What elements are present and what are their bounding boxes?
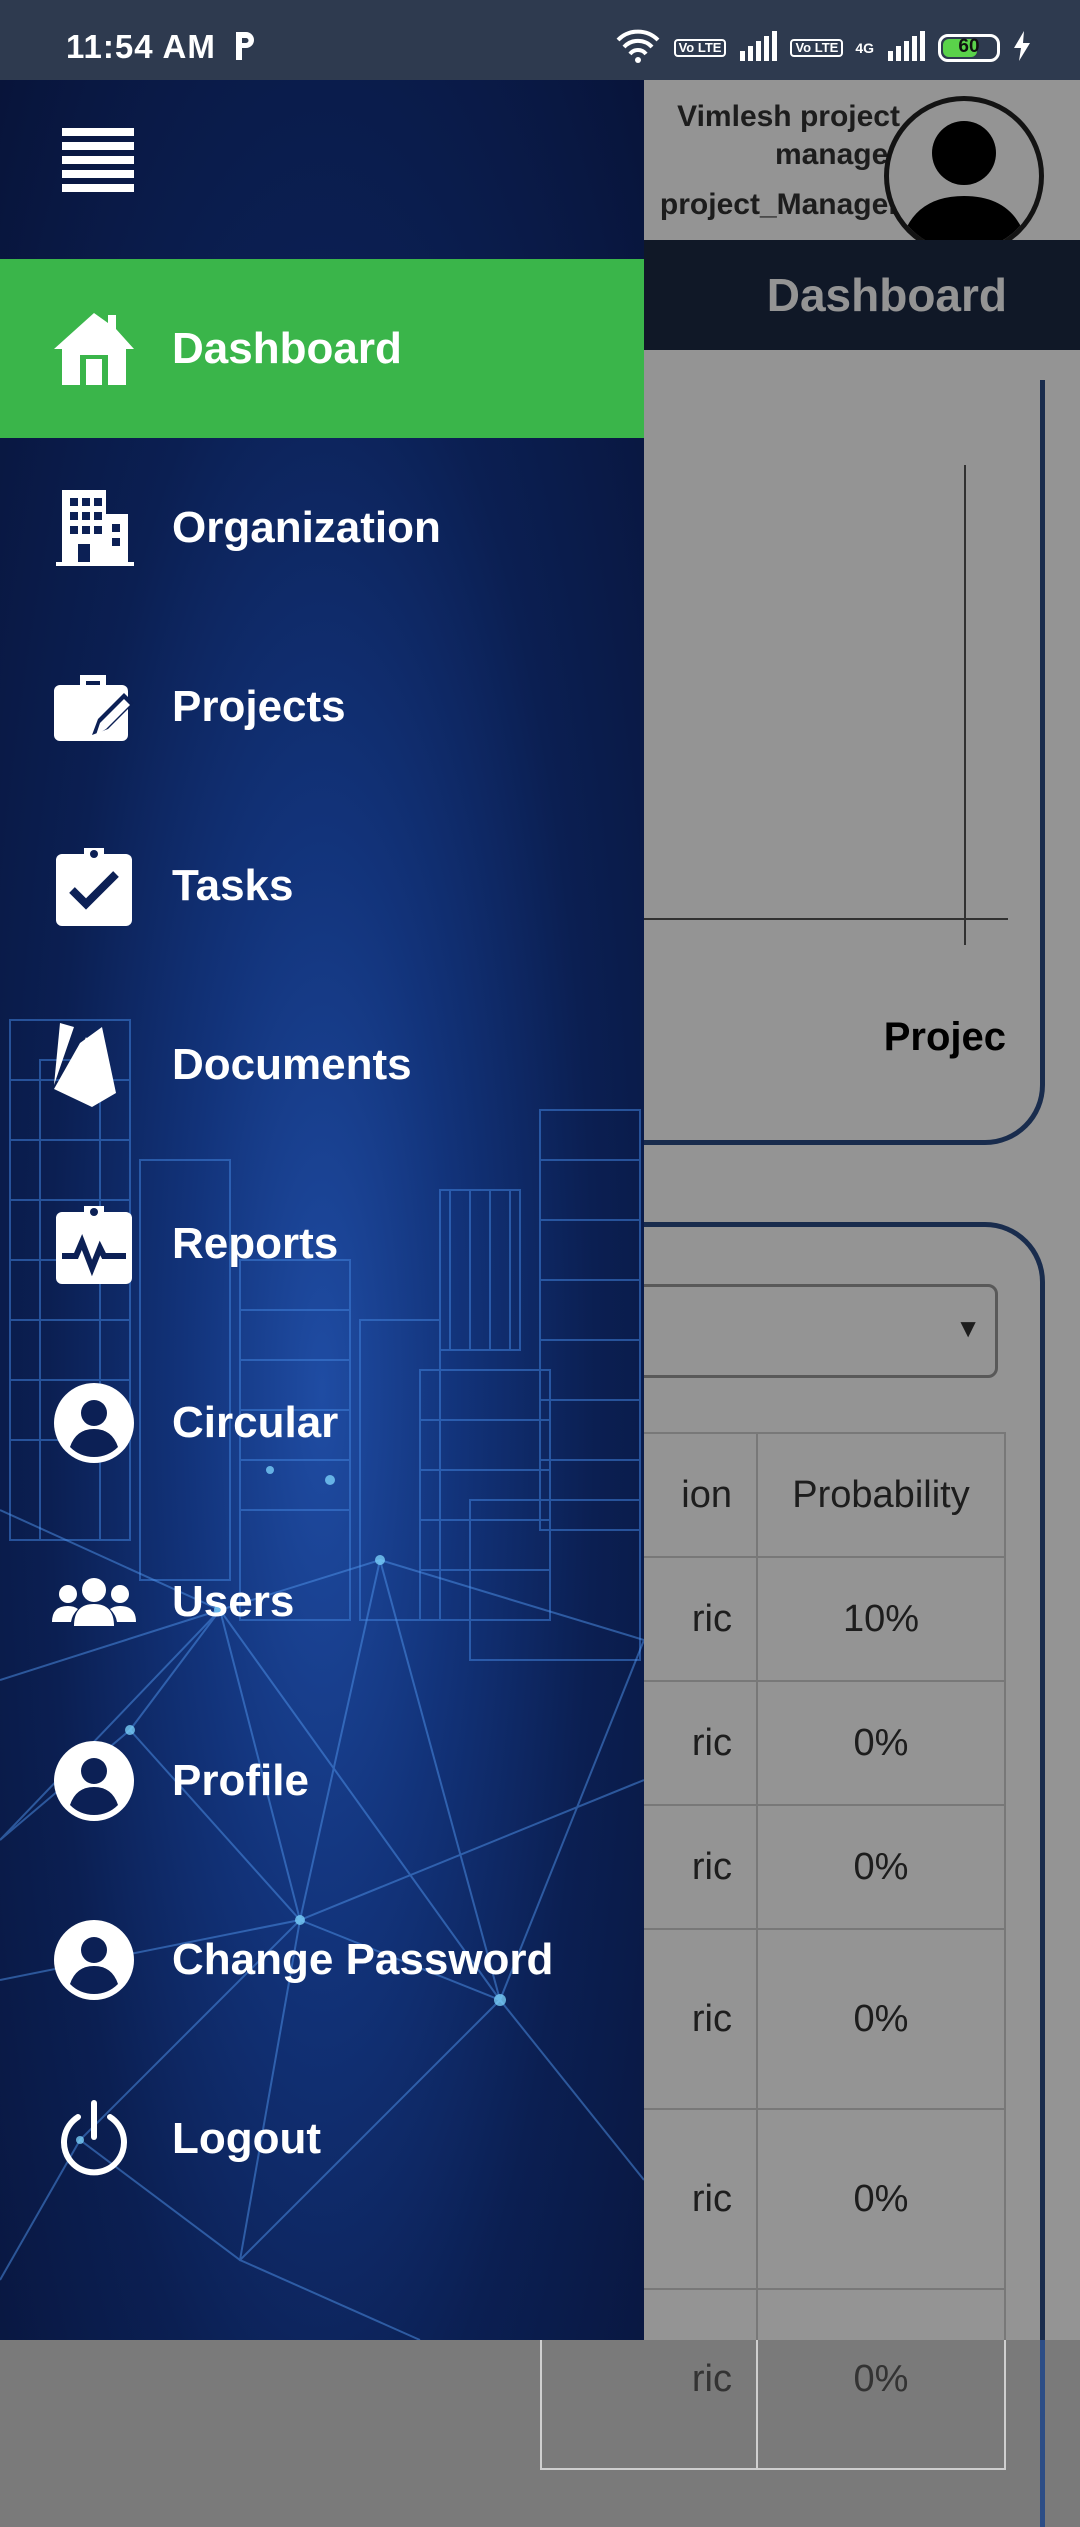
- battery-level: 60: [958, 36, 980, 57]
- nav-item-label: Tasks: [172, 860, 294, 910]
- nav-item-dashboard[interactable]: Dashboard: [0, 259, 644, 438]
- nav-item-change-password[interactable]: Change Password: [0, 1870, 644, 2049]
- user-circle-icon: [52, 1739, 136, 1823]
- user-circle-icon: [52, 1381, 136, 1465]
- nav-item-projects[interactable]: Projects: [0, 617, 644, 796]
- nav-item-label: Logout: [172, 2113, 322, 2163]
- nav-item-label: Projects: [172, 681, 346, 731]
- nav-item-label: Documents: [172, 1039, 412, 1089]
- parking-app-icon: [232, 30, 258, 67]
- user-circle-icon: [52, 1918, 136, 2002]
- signal-icon-2: [886, 30, 926, 66]
- volte-badge-2: Vo LTE: [790, 39, 844, 57]
- status-time: 11:54 AM: [66, 28, 216, 65]
- power-icon: [52, 2097, 136, 2181]
- nav-item-documents[interactable]: Documents: [0, 975, 644, 1154]
- clipboard-check-icon: [52, 844, 136, 928]
- status-bar: 11:54 AM Vo LTE Vo LTE 4G 60: [0, 0, 1080, 80]
- hamburger-icon[interactable]: [62, 128, 134, 192]
- status-icons: Vo LTE Vo LTE 4G 60: [614, 28, 1032, 68]
- nav-menu: Dashboard Organization Projects Tasks Do…: [0, 259, 644, 2228]
- battery-icon: 60: [938, 34, 1000, 62]
- nav-item-profile[interactable]: Profile: [0, 1691, 644, 1870]
- signal-icon-1: [738, 30, 778, 66]
- nav-item-organization[interactable]: Organization: [0, 438, 644, 617]
- nav-item-label: Change Password: [172, 1934, 554, 1984]
- firebase-documents-icon: [52, 1022, 136, 1107]
- nav-item-reports[interactable]: Reports: [0, 1154, 644, 1333]
- nav-item-logout[interactable]: Logout: [0, 2049, 644, 2228]
- nav-item-label: Dashboard: [172, 323, 402, 373]
- nav-item-label: Circular: [172, 1397, 339, 1447]
- nav-item-label: Reports: [172, 1218, 339, 1268]
- navigation-drawer: Dashboard Organization Projects Tasks Do…: [0, 80, 644, 2340]
- clipboard-pulse-icon: [52, 1202, 136, 1286]
- users-group-icon: [52, 1560, 136, 1644]
- volte-badge-1: Vo LTE: [673, 39, 727, 57]
- nav-item-users[interactable]: Users: [0, 1512, 644, 1691]
- briefcase-edit-icon: [52, 665, 136, 749]
- nav-item-tasks[interactable]: Tasks: [0, 796, 644, 975]
- nav-item-label: Organization: [172, 502, 441, 552]
- wifi-icon: [614, 28, 662, 69]
- nav-item-label: Users: [172, 1576, 295, 1626]
- network-type: 4G: [855, 40, 874, 56]
- nav-item-circular[interactable]: Circular: [0, 1333, 644, 1512]
- home-icon: [52, 307, 136, 391]
- building-icon: [52, 486, 136, 570]
- nav-item-label: Profile: [172, 1755, 309, 1805]
- charging-icon: [1012, 30, 1032, 66]
